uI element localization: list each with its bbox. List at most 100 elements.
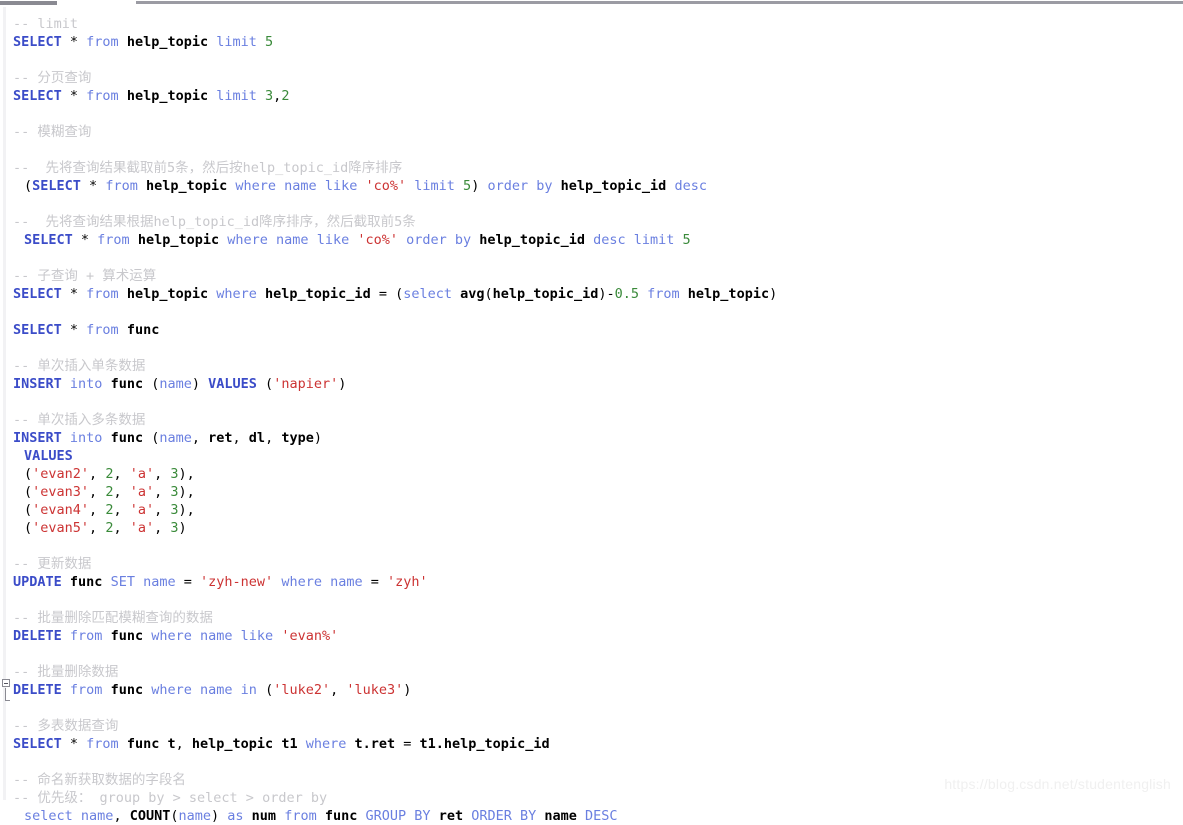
token-op <box>119 736 127 752</box>
token-cmt: -- 模糊查询 <box>13 124 92 140</box>
code-line[interactable] <box>0 753 1183 771</box>
code-line[interactable]: DELETE from func where name in ('luke2',… <box>0 681 1183 699</box>
token-op <box>143 628 151 644</box>
token-op <box>102 376 110 392</box>
code-line[interactable] <box>0 645 1183 663</box>
token-op: , <box>154 484 171 500</box>
token-op <box>346 736 354 752</box>
token-ident: help_topic <box>191 736 274 752</box>
token-op <box>257 88 265 104</box>
code-line[interactable]: -- 批量删除数据 <box>0 663 1183 681</box>
code-line[interactable]: SELECT * from func t, help_topic t1 wher… <box>0 735 1183 753</box>
code-line[interactable]: -- 更新数据 <box>0 555 1183 573</box>
token-op <box>62 628 70 644</box>
token-kw2: name <box>200 682 233 698</box>
token-kw2: as <box>227 808 244 824</box>
token-kw: UPDATE <box>13 574 62 590</box>
code-line[interactable]: VALUES <box>0 447 1183 465</box>
code-line[interactable] <box>0 105 1183 123</box>
token-kw2: from <box>97 232 130 248</box>
code-line[interactable]: -- 先将查询结果截取前5条，然后按help_topic_id降序排序 <box>0 159 1183 177</box>
token-kw2: like <box>324 178 358 194</box>
code-line[interactable]: SELECT * from help_topic limit 3,2 <box>0 87 1183 105</box>
code-line[interactable]: -- 单次插入单条数据 <box>0 357 1183 375</box>
token-str: 'evan2' <box>32 466 90 482</box>
code-line[interactable]: ('evan5', 2, 'a', 3) <box>0 519 1183 537</box>
code-line[interactable]: select name, COUNT(name) as num from fun… <box>0 807 1183 825</box>
code-line[interactable]: SELECT * from help_topic limit 5 <box>0 33 1183 51</box>
token-num: 5 <box>265 34 274 50</box>
token-op <box>626 232 634 248</box>
token-op: ), <box>178 502 195 518</box>
code-line[interactable]: -- 批量删除匹配模糊查询的数据 <box>0 609 1183 627</box>
token-op <box>455 178 463 194</box>
token-op <box>102 574 110 590</box>
code-lines-container[interactable]: -- limit SELECT * from help_topic limit 5… <box>0 7 1183 825</box>
token-cmt: -- 子查询 + 算术运算 <box>13 268 157 284</box>
token-op: , <box>89 520 106 536</box>
code-line[interactable]: ('evan2', 2, 'a', 3), <box>0 465 1183 483</box>
token-kw: DELETE <box>13 682 62 698</box>
token-ident: help_topic <box>126 34 209 50</box>
token-kw2: order by <box>487 178 553 194</box>
token-op <box>102 628 110 644</box>
token-str: 'napier' <box>273 376 339 392</box>
token-kw2: name <box>143 574 176 590</box>
token-op: * <box>61 88 87 104</box>
code-line[interactable]: -- 先将查询结果根据help_topic_id降序排序，然后截取前5条 <box>0 213 1183 231</box>
code-line[interactable]: SELECT * from func <box>0 321 1183 339</box>
code-line[interactable]: INSERT into func (name) VALUES ('napier'… <box>0 375 1183 393</box>
code-line[interactable]: -- 分页查询 <box>0 69 1183 87</box>
code-line[interactable]: UPDATE func SET name = 'zyh-new' where n… <box>0 573 1183 591</box>
code-line[interactable]: (SELECT * from help_topic where name lik… <box>0 177 1183 195</box>
token-op: ( <box>143 376 160 392</box>
token-kw2: where <box>305 736 347 752</box>
token-op <box>577 808 585 824</box>
scrollbar-thumb[interactable] <box>0 1 57 5</box>
token-kw2: like <box>316 232 350 248</box>
horizontal-scrollbar[interactable] <box>0 0 1183 7</box>
code-line[interactable] <box>0 195 1183 213</box>
code-line[interactable] <box>0 51 1183 69</box>
token-op <box>102 430 110 446</box>
token-op: , <box>113 520 130 536</box>
token-op: * <box>61 736 87 752</box>
code-line[interactable]: -- limit <box>0 15 1183 33</box>
code-line[interactable] <box>0 393 1183 411</box>
token-fn: avg <box>460 286 485 302</box>
token-op <box>62 574 70 590</box>
code-line[interactable]: ('evan4', 2, 'a', 3), <box>0 501 1183 519</box>
token-num: 3 <box>170 502 179 518</box>
code-line[interactable]: SELECT * from help_topic where name like… <box>0 231 1183 249</box>
token-ident: ret <box>438 808 464 824</box>
code-line[interactable] <box>0 699 1183 717</box>
token-op <box>257 34 265 50</box>
code-line[interactable]: DELETE from func where name like 'evan%' <box>0 627 1183 645</box>
token-kw2: where <box>151 628 192 644</box>
token-kw: VALUES <box>208 376 257 392</box>
code-line[interactable]: -- 多表数据查询 <box>0 717 1183 735</box>
code-line[interactable]: -- 单次插入多条数据 <box>0 411 1183 429</box>
code-line[interactable] <box>0 249 1183 267</box>
code-line[interactable] <box>0 591 1183 609</box>
token-ident: help_topic <box>126 88 209 104</box>
fold-minus-box[interactable] <box>2 679 10 687</box>
token-kw2: from <box>86 736 119 752</box>
code-fold-collapse-icon[interactable] <box>1 679 15 709</box>
code-line[interactable]: ('evan3', 2, 'a', 3), <box>0 483 1183 501</box>
token-kw2: where <box>235 178 277 194</box>
token-cmt: -- 分页查询 <box>13 70 92 86</box>
code-line[interactable] <box>0 141 1183 159</box>
code-line[interactable] <box>0 537 1183 555</box>
token-kw2: select <box>24 808 73 824</box>
sql-code-editor[interactable]: -- limit SELECT * from help_topic limit 5… <box>0 7 1183 824</box>
token-str: 'evan4' <box>32 502 90 518</box>
code-line[interactable] <box>0 339 1183 357</box>
code-line[interactable] <box>0 303 1183 321</box>
code-line[interactable]: INSERT into func (name, ret, dl, type) <box>0 429 1183 447</box>
code-line[interactable]: -- 模糊查询 <box>0 123 1183 141</box>
code-line[interactable]: -- 子查询 + 算术运算 <box>0 267 1183 285</box>
code-line[interactable]: SELECT * from help_topic where help_topi… <box>0 285 1183 303</box>
scrollbar-track[interactable] <box>136 1 1183 4</box>
token-op: * <box>80 178 106 194</box>
